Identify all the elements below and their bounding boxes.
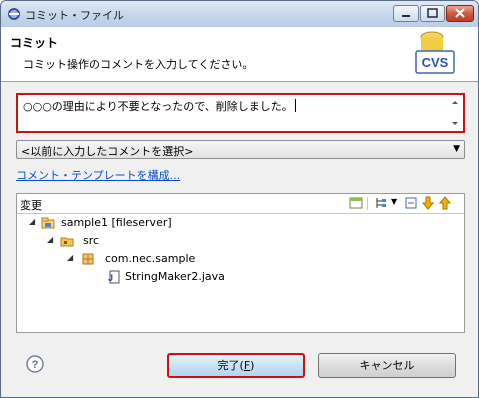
help-icon[interactable]: ? bbox=[26, 355, 44, 373]
tree-item-label: com.nec.sample bbox=[105, 252, 196, 265]
expanded-twisty-icon[interactable]: ◢ bbox=[47, 235, 53, 244]
java-file-icon: J bbox=[108, 270, 120, 284]
svg-text:J: J bbox=[108, 273, 113, 283]
maximize-button[interactable] bbox=[420, 5, 445, 22]
source-folder-icon bbox=[60, 237, 74, 247]
tree-item-file[interactable]: J StringMaker2.java bbox=[17, 269, 464, 287]
page-title: コミット bbox=[10, 36, 59, 50]
chevron-down-icon: ▼ bbox=[453, 144, 460, 154]
scroll-up-icon[interactable] bbox=[452, 101, 458, 104]
expanded-twisty-icon[interactable]: ◢ bbox=[67, 253, 73, 262]
package-icon bbox=[82, 253, 94, 265]
changes-panel: 変更 ▼ ◢ sample1 [fileserver] ◢ src ◢ com.… bbox=[16, 193, 465, 333]
previous-comments-value: <以前に入力したコメントを選択> bbox=[21, 145, 194, 158]
arrow-down-icon[interactable] bbox=[421, 196, 435, 210]
scroll-down-icon[interactable] bbox=[452, 122, 458, 125]
finish-label-suffix: ) bbox=[250, 359, 255, 372]
text-caret bbox=[294, 99, 296, 112]
collapse-all-icon[interactable] bbox=[404, 196, 418, 210]
cancel-button[interactable]: キャンセル bbox=[318, 353, 456, 378]
show-view-icon[interactable] bbox=[349, 196, 363, 210]
cvs-logo-text: CVS bbox=[422, 55, 449, 70]
tree-item-label: StringMaker2.java bbox=[125, 270, 225, 283]
close-icon bbox=[455, 8, 465, 18]
layout-icon[interactable] bbox=[374, 196, 388, 210]
tree-item-label: src bbox=[83, 234, 100, 247]
minimize-icon bbox=[402, 15, 410, 17]
previous-comments-select[interactable]: <以前に入力したコメントを選択> ▼ bbox=[16, 140, 465, 159]
tree-item-package[interactable]: ◢ com.nec.sample bbox=[17, 251, 464, 269]
cvs-logo-icon: CVS bbox=[415, 31, 455, 74]
comment-textarea[interactable]: ○○○の理由により不要となったので、削除しました。 bbox=[16, 93, 465, 133]
finish-button[interactable]: 完了(F) bbox=[167, 353, 305, 378]
page-description: コミット操作のコメントを入力してください。 bbox=[23, 58, 254, 71]
tree-item-folder[interactable]: ◢ src bbox=[17, 233, 464, 251]
configure-template-link[interactable]: コメント・テンプレートを構成... bbox=[16, 167, 180, 183]
close-button[interactable] bbox=[446, 5, 474, 22]
changes-header: 変更 ▼ bbox=[17, 194, 464, 214]
window-title: コミット・ファイル bbox=[25, 9, 124, 22]
eclipse-app-icon bbox=[8, 8, 20, 20]
expanded-twisty-icon[interactable]: ◢ bbox=[29, 217, 35, 226]
tree-item-label: sample1 [fileserver] bbox=[61, 216, 172, 229]
tree-item-project[interactable]: ◢ sample1 [fileserver] bbox=[17, 215, 464, 233]
commit-dialog: コミット・ファイル コミット コミット操作のコメントを入力してください。 CVS… bbox=[0, 0, 479, 398]
comment-text: ○○○の理由により不要となったので、削除しました。 bbox=[23, 100, 293, 113]
comment-scrollbar[interactable] bbox=[449, 97, 461, 129]
maximize-icon bbox=[427, 8, 438, 18]
project-icon bbox=[41, 217, 55, 229]
toolbar-separator bbox=[367, 197, 368, 210]
arrow-up-icon[interactable] bbox=[438, 196, 452, 210]
layout-menu-icon[interactable]: ▼ bbox=[391, 197, 397, 206]
minimize-button[interactable] bbox=[393, 5, 419, 22]
title-bar: コミット・ファイル bbox=[1, 1, 478, 27]
dialog-header: コミット コミット操作のコメントを入力してください。 CVS bbox=[1, 27, 478, 82]
finish-label-prefix: 完了( bbox=[217, 359, 244, 372]
changes-label: 変更 bbox=[20, 199, 42, 212]
svg-text:?: ? bbox=[32, 359, 39, 371]
